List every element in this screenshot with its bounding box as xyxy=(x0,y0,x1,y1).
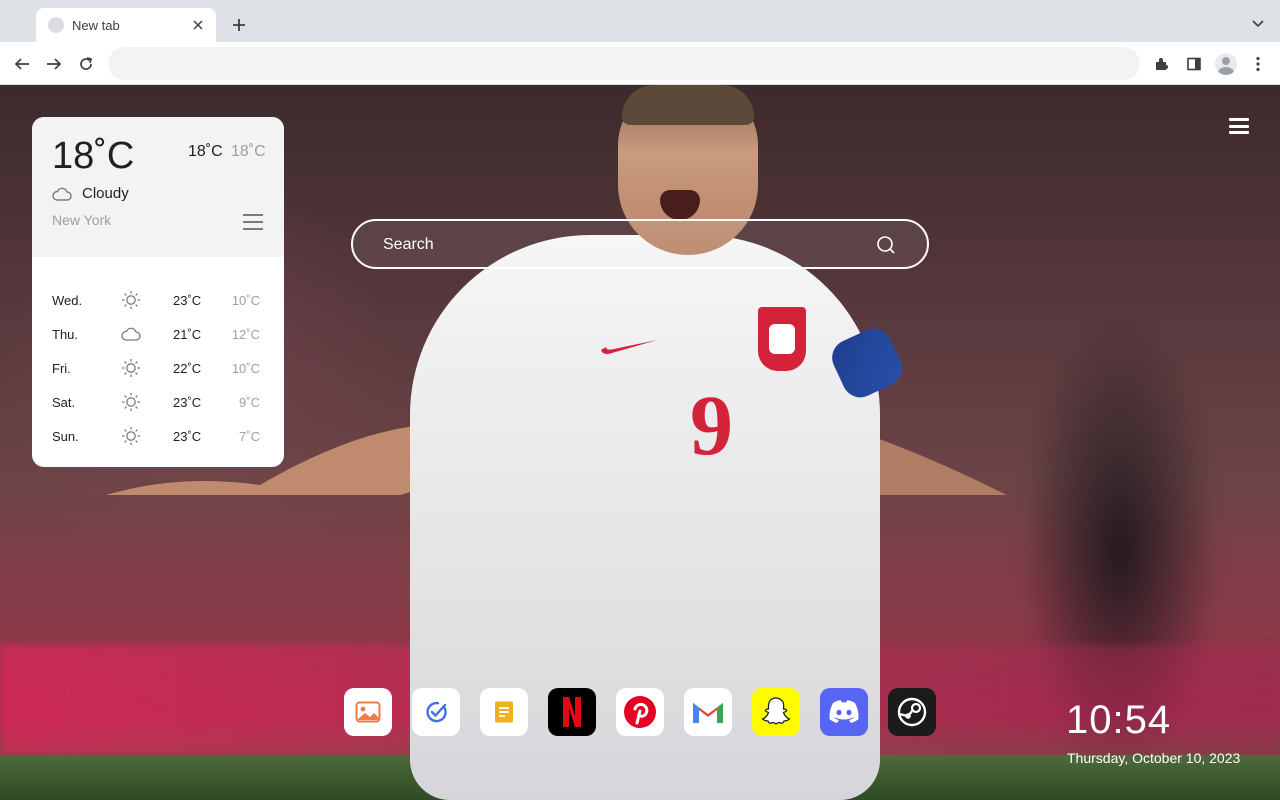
search-input[interactable] xyxy=(383,233,863,257)
search-box xyxy=(351,219,929,269)
tab-new-tab[interactable]: New tab xyxy=(36,8,216,42)
app-pinterest-button[interactable] xyxy=(616,688,664,736)
forecast-low: 10˚C xyxy=(231,292,260,308)
clock-time: 10:54 xyxy=(1066,698,1172,742)
app-discord-button[interactable] xyxy=(820,688,868,736)
clock-date: Thursday, October 10, 2023 xyxy=(1067,750,1241,766)
forecast-day: Fri. xyxy=(52,360,71,376)
address-bar[interactable] xyxy=(108,47,1140,80)
back-icon[interactable] xyxy=(8,50,36,78)
search-icon[interactable] xyxy=(875,234,897,256)
forecast-low: 10˚C xyxy=(231,360,260,376)
weather-current: 18˚C 18˚C 18˚C Cloudy New York xyxy=(32,117,284,257)
app-gallery-button[interactable] xyxy=(344,688,392,736)
wallpaper-crest xyxy=(758,307,806,371)
check-icon xyxy=(424,700,448,724)
tab-title: New tab xyxy=(72,17,120,33)
pinterest-icon xyxy=(623,695,657,729)
steam-icon xyxy=(897,697,927,727)
sun-icon xyxy=(120,290,142,310)
gmail-icon xyxy=(691,699,725,725)
tab-favicon-icon xyxy=(48,17,64,33)
today-low: 18˚C xyxy=(231,143,266,160)
forecast-low: 7˚C xyxy=(239,428,260,444)
reload-icon[interactable] xyxy=(72,50,100,78)
app-netflix-button[interactable] xyxy=(548,688,596,736)
side-panel-icon[interactable] xyxy=(1180,50,1208,78)
forecast-list: Wed. 23˚C 10˚C Thu. 21˚C 12˚C Fri. 22˚C 10˚C Sat.… xyxy=(32,257,284,453)
app-steam-button[interactable] xyxy=(888,688,936,736)
extensions-icon[interactable] xyxy=(1148,50,1176,78)
forecast-row: Thu. 21˚C 12˚C xyxy=(32,317,284,351)
forecast-day: Thu. xyxy=(52,326,79,342)
forward-icon[interactable] xyxy=(40,50,68,78)
plus-icon[interactable] xyxy=(226,12,252,38)
app-dock xyxy=(344,688,936,736)
app-notes-button[interactable] xyxy=(480,688,528,736)
forecast-low: 9˚C xyxy=(239,394,260,410)
app-snapchat-button[interactable] xyxy=(752,688,800,736)
forecast-day: Sat. xyxy=(52,394,76,410)
chevron-down-icon[interactable] xyxy=(1248,14,1268,34)
wallpaper-player-hair xyxy=(622,85,754,125)
more-icon[interactable] xyxy=(1244,50,1272,78)
sun-icon xyxy=(120,358,142,378)
forecast-high: 21˚C xyxy=(173,326,202,342)
new-tab-page: 9 18˚C 18˚C 18˚C Cloudy New York Wed. 23˚… xyxy=(0,85,1280,800)
weather-list-button[interactable] xyxy=(243,214,263,230)
forecast-high: 22˚C xyxy=(173,360,202,376)
forecast-high: 23˚C xyxy=(173,428,202,444)
netflix-icon xyxy=(561,696,583,728)
weather-condition: Cloudy xyxy=(52,185,129,202)
weather-widget: 18˚C 18˚C 18˚C Cloudy New York Wed. 23˚C 1… xyxy=(32,117,284,467)
forecast-row: Fri. 22˚C 10˚C xyxy=(32,351,284,385)
wallpaper-nike-logo xyxy=(601,340,657,354)
forecast-day: Sun. xyxy=(52,428,79,444)
condition-label: Cloudy xyxy=(82,185,129,202)
close-icon[interactable] xyxy=(188,15,208,35)
cloud-icon xyxy=(52,187,72,201)
app-tasks-button[interactable] xyxy=(412,688,460,736)
forecast-row: Sun. 23˚C 7˚C xyxy=(32,419,284,453)
app-gmail-button[interactable] xyxy=(684,688,732,736)
today-high: 18˚C xyxy=(188,143,223,160)
sun-icon xyxy=(120,392,142,412)
menu-button[interactable] xyxy=(1226,115,1252,137)
image-icon xyxy=(355,701,381,723)
weather-city: New York xyxy=(52,212,112,228)
discord-icon xyxy=(827,699,861,725)
forecast-high: 23˚C xyxy=(173,292,202,308)
note-icon xyxy=(493,700,515,724)
snapchat-icon xyxy=(759,695,793,729)
sun-icon xyxy=(120,426,142,446)
wallpaper-shirt-number: 9 xyxy=(690,377,733,473)
forecast-low: 12˚C xyxy=(231,326,260,342)
cloud-icon xyxy=(120,324,142,344)
profile-icon[interactable] xyxy=(1212,50,1240,78)
forecast-day: Wed. xyxy=(52,292,83,308)
current-temperature: 18˚C xyxy=(52,135,135,177)
forecast-row: Wed. 23˚C 10˚C xyxy=(32,283,284,317)
avatar xyxy=(1215,53,1237,75)
forecast-high: 23˚C xyxy=(173,394,202,410)
forecast-row: Sat. 23˚C 9˚C xyxy=(32,385,284,419)
browser-toolbar xyxy=(0,42,1280,85)
tab-strip: New tab xyxy=(0,0,1280,42)
